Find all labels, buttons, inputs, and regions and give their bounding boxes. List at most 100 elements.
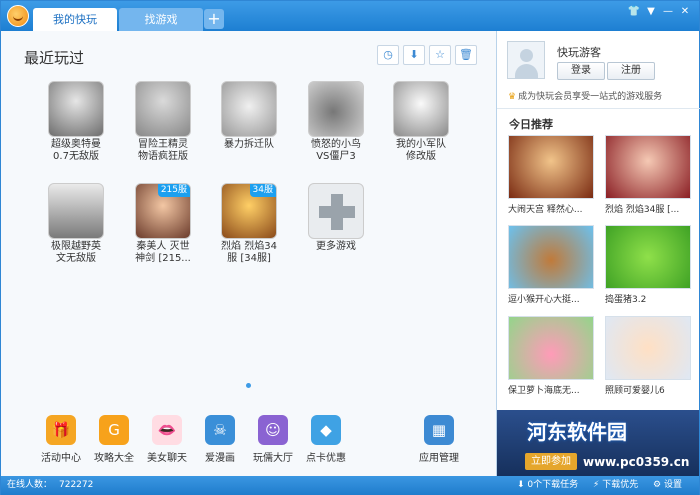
divider (497, 108, 700, 109)
dock-label: 爱漫画 (205, 453, 235, 464)
game-thumbnail: 34服 (221, 183, 277, 239)
settings-button[interactable]: ⚙ 设置 (653, 476, 682, 495)
recommended-label: 保卫萝卜海底无... (508, 386, 580, 396)
server-badge: 215服 (157, 184, 190, 197)
crown-icon: ♛ (508, 92, 517, 102)
game-tile[interactable]: 暴力拆迁队 (213, 81, 285, 151)
lips-icon: 👄 (152, 415, 182, 445)
ad-url: www.pc0359.cn (583, 455, 690, 469)
comic-icon: ☠ (205, 415, 235, 445)
today-title: 今日推荐 (509, 118, 553, 131)
download-tasks-label: 0个下载任务 (527, 480, 579, 490)
dock-label: 应用管理 (419, 453, 459, 464)
recommended-game[interactable]: 大闹天宫 释然心... (508, 135, 594, 215)
ad-banner[interactable]: 河东软件园 立即参加 www.pc0359.cn (497, 410, 699, 476)
dock-label: 点卡优惠 (306, 453, 346, 464)
dock-chat-girls[interactable]: 👄 美女聊天 (139, 415, 195, 464)
game-thumbnail (48, 183, 104, 239)
download-icon[interactable]: ⬇ (403, 45, 425, 65)
recommended-label: 逗小猴开心大挺... (508, 295, 580, 305)
recommended-game[interactable]: 逗小猴开心大挺... (508, 225, 594, 305)
game-name: 暴力拆迁队 (224, 139, 274, 150)
clock-icon[interactable]: ◷ (377, 45, 399, 65)
game-tile[interactable]: 冒险王精灵 物语疯狂版 (127, 81, 199, 163)
game-thumbnail (48, 81, 104, 137)
game-thumbnail (508, 135, 594, 199)
title-bar: 我的快玩 找游戏 + 👕 ▼ — ✕ (1, 1, 699, 31)
online-count: 722272 (59, 480, 94, 490)
game-name: 我的小军队 修改版 (396, 139, 446, 162)
window-controls: 👕 ▼ — ✕ (626, 4, 693, 19)
star-icon[interactable]: ☆ (429, 45, 451, 65)
dock-activity-center[interactable]: 🎁 活动中心 (33, 415, 89, 464)
tab-find-games[interactable]: 找游戏 (119, 8, 203, 31)
dock-lobby[interactable]: ☺ 玩儒大厅 (245, 415, 301, 464)
online-label: 在线人数： (7, 480, 53, 490)
download-priority[interactable]: ⚡ 下载优先 (593, 476, 638, 495)
game-tile[interactable]: 34服 烈焰 烈焰34 服 [34服] (213, 183, 285, 265)
game-tile[interactable]: 极限越野英 文无敌版 (40, 183, 112, 265)
game-thumbnail (605, 135, 691, 199)
register-button[interactable]: 注册 (607, 62, 655, 80)
dock-app-manager[interactable]: ▦ 应用管理 (411, 415, 467, 464)
game-name: 冒险王精灵 物语疯狂版 (138, 139, 188, 162)
game-name: 极限越野英 文无敌版 (51, 241, 101, 264)
guide-icon: G (99, 415, 129, 445)
game-thumbnail (135, 81, 191, 137)
apps-icon: ▦ (424, 415, 454, 445)
dock-card-deals[interactable]: ◆ 点卡优惠 (298, 415, 354, 464)
game-name: 超级奥特曼 0.7无敌版 (51, 139, 101, 162)
game-name: 愤怒的小鸟 VS僵尸3 (311, 139, 361, 162)
game-thumbnail (605, 225, 691, 289)
trash-icon[interactable]: 🗑 (455, 45, 477, 65)
dock-comics[interactable]: ☠ 爱漫画 (192, 415, 248, 464)
download-priority-label: 下载优先 (602, 480, 639, 490)
skin-icon[interactable]: 👕 (626, 4, 642, 19)
recommended-game[interactable]: 保卫萝卜海底无... (508, 316, 594, 396)
tab-my-games[interactable]: 我的快玩 (33, 8, 117, 31)
server-badge: 34服 (249, 184, 276, 197)
settings-label: 设置 (663, 480, 682, 490)
promo-text: 成为快玩会员享受一站式的游戏服务 (518, 92, 663, 102)
page-indicator[interactable] (246, 383, 251, 388)
game-thumbnail (508, 316, 594, 380)
dock-label: 活动中心 (41, 453, 81, 464)
app-logo-icon (7, 5, 29, 27)
game-name: 更多游戏 (316, 241, 356, 252)
game-tile[interactable]: 我的小军队 修改版 (385, 81, 457, 163)
more-games-tile[interactable]: 更多游戏 (300, 183, 372, 253)
ad-join-button[interactable]: 立即参加 (525, 453, 577, 470)
menu-icon[interactable]: ▼ (643, 4, 659, 19)
game-thumbnail: 215服 (135, 183, 191, 239)
add-tab-button[interactable]: + (204, 9, 224, 29)
recommended-game[interactable]: 捣蛋猪3.2 (605, 225, 691, 305)
recommended-label: 烈焰 烈焰34服 [... (605, 205, 680, 215)
dock-guides[interactable]: G 攻略大全 (86, 415, 142, 464)
recommended-label: 大闹天宫 释然心... (508, 205, 583, 215)
recommended-label: 捣蛋猪3.2 (605, 295, 647, 305)
minimize-icon[interactable]: — (660, 4, 676, 19)
game-tile[interactable]: 215服 秦美人 灭世 神剑 [215... (127, 183, 199, 265)
game-thumbnail (393, 81, 449, 137)
diamond-icon: ◆ (311, 415, 341, 445)
member-promo[interactable]: ♛ 成为快玩会员享受一站式的游戏服务 (508, 89, 662, 102)
game-thumbnail (308, 81, 364, 137)
chat-icon: ☺ (258, 415, 288, 445)
login-button[interactable]: 登录 (557, 62, 605, 80)
game-name: 烈焰 烈焰34 服 [34服] (221, 241, 277, 264)
close-icon[interactable]: ✕ (677, 4, 693, 19)
recent-toolbar: ◷ ⬇ ☆ 🗑 (377, 45, 477, 65)
gift-icon: 🎁 (46, 415, 76, 445)
recommended-game[interactable]: 照顾可爱婴儿6 (605, 316, 691, 396)
guest-name: 快玩游客 (557, 46, 601, 59)
app-window: 我的快玩 找游戏 + 👕 ▼ — ✕ 最近玩过 ◷ ⬇ ☆ 🗑 超级奥特曼 0.… (0, 0, 700, 495)
dock-label: 攻略大全 (94, 453, 134, 464)
recommended-game[interactable]: 烈焰 烈焰34服 [... (605, 135, 691, 215)
game-name: 秦美人 灭世 神剑 [215... (135, 241, 191, 264)
avatar[interactable] (507, 41, 545, 79)
download-tasks[interactable]: ⬇ 0个下载任务 (517, 476, 578, 495)
game-tile[interactable]: 超级奥特曼 0.7无敌版 (40, 81, 112, 163)
recommended-label: 照顾可爱婴儿6 (605, 386, 665, 396)
game-tile[interactable]: 愤怒的小鸟 VS僵尸3 (300, 81, 372, 163)
main-panel: 最近玩过 ◷ ⬇ ☆ 🗑 超级奥特曼 0.7无敌版 冒险王精灵 物语疯狂版 暴力… (1, 31, 496, 476)
